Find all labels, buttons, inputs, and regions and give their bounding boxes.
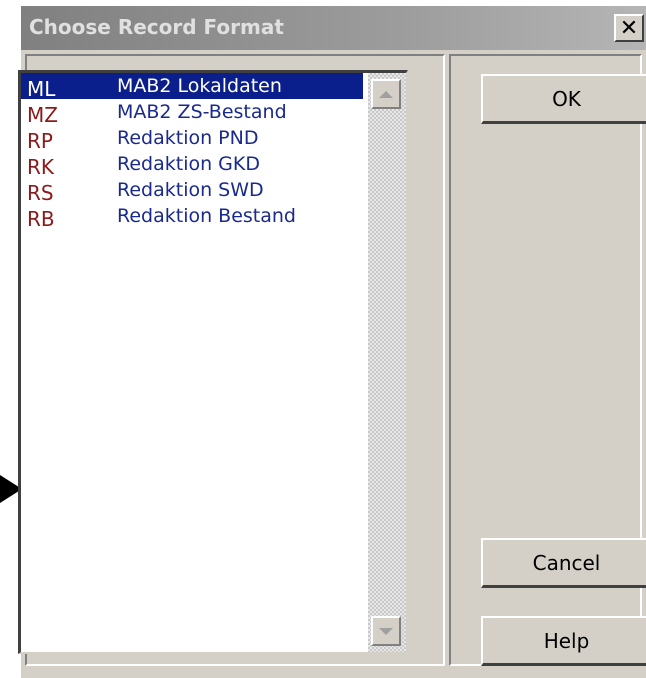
list-item-name: MAB2 ZS-Bestand (117, 101, 287, 123)
list-item-name: Redaktion Bestand (117, 205, 296, 227)
list-item-rp[interactable]: RP Redaktion PND (21, 125, 363, 153)
list-item-name: Redaktion SWD (117, 179, 264, 201)
list-item-name: Redaktion GKD (117, 153, 260, 175)
close-button[interactable]: ✕ (614, 14, 644, 42)
list-item-mz[interactable]: MZ MAB2 ZS-Bestand (21, 99, 363, 127)
record-format-list: ML MAB2 Lokaldaten MZ MAB2 ZS-Bestand RP… (21, 73, 363, 231)
help-button[interactable]: Help (481, 616, 646, 666)
list-item-name: Redaktion PND (117, 127, 259, 149)
scroll-up-button[interactable] (371, 79, 401, 109)
list-item-rk[interactable]: RK Redaktion GKD (21, 151, 363, 179)
close-icon: ✕ (619, 15, 639, 41)
dialog-title: Choose Record Format (29, 15, 284, 39)
cancel-button[interactable]: Cancel (481, 538, 646, 588)
list-item-name: MAB2 Lokaldaten (117, 75, 282, 97)
scroll-up-arrow-icon (379, 90, 393, 98)
scroll-down-button[interactable] (371, 616, 401, 646)
list-item-code: RB (27, 207, 55, 231)
record-format-listbox[interactable]: ML MAB2 Lokaldaten MZ MAB2 ZS-Bestand RP… (18, 70, 408, 654)
ok-button[interactable]: OK (481, 74, 646, 124)
list-item-rs[interactable]: RS Redaktion SWD (21, 177, 363, 205)
list-item-rb[interactable]: RB Redaktion Bestand (21, 203, 363, 231)
scroll-down-arrow-icon (379, 627, 393, 635)
title-bar[interactable]: Choose Record Format (21, 6, 646, 50)
vertical-scrollbar[interactable] (368, 73, 406, 652)
list-item-ml[interactable]: ML MAB2 Lokaldaten (21, 73, 363, 101)
